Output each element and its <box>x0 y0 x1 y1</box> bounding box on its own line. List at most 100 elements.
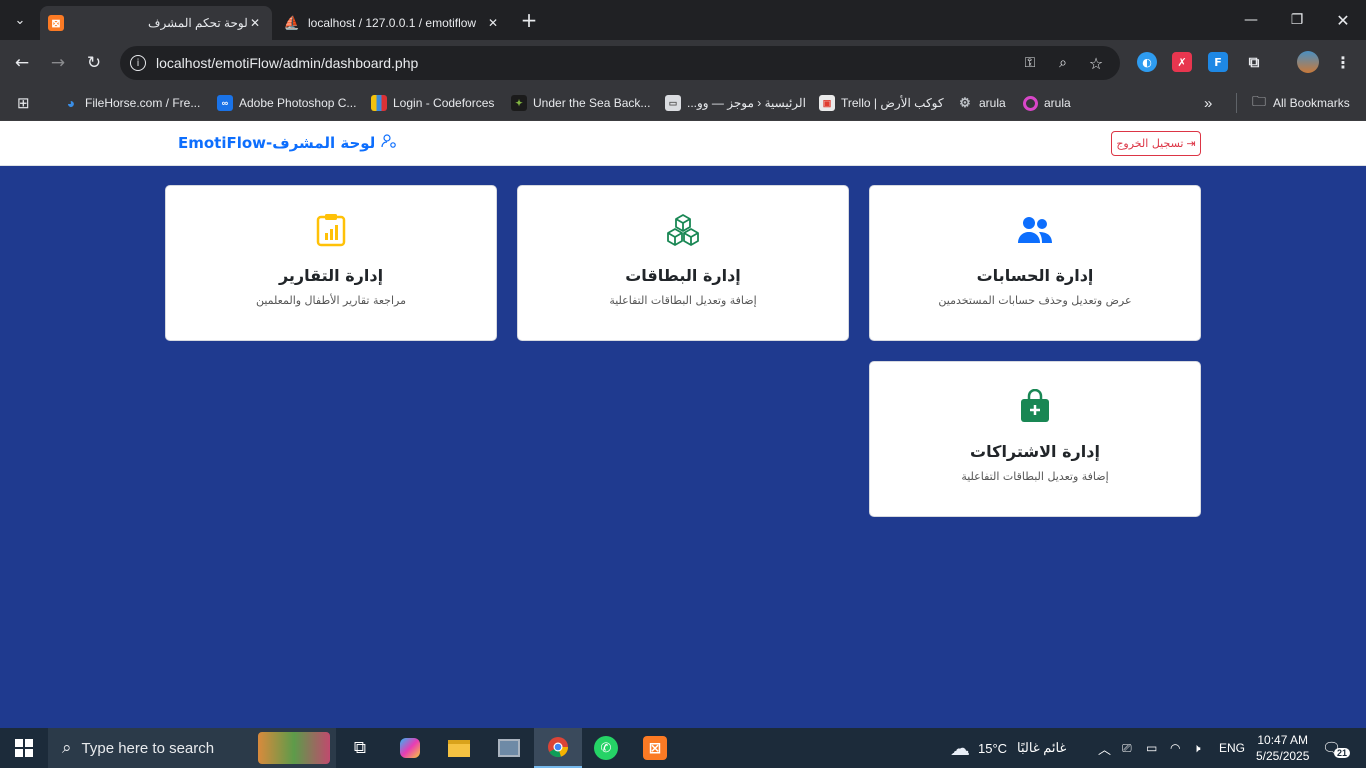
extension-icon[interactable]: ◐ <box>1137 52 1157 72</box>
card-description: عرض وتعديل وحذف حسابات المستخدمين <box>938 294 1132 307</box>
menu-kebab-icon[interactable]: ⋮ <box>1333 52 1353 72</box>
apps-grid-icon[interactable]: ⊞ <box>17 93 30 113</box>
tab-search-button[interactable]: ⌄ <box>7 7 33 33</box>
task-view-icon[interactable]: ⧉ <box>336 728 384 768</box>
card-description: مراجعة تقارير الأطفال والمعلمين <box>255 294 406 307</box>
xampp-taskbar-icon[interactable]: ⊠ <box>631 728 679 768</box>
logout-icon: ⇥ <box>1186 137 1196 150</box>
search-highlight-image <box>258 732 330 764</box>
gear-icon: ⚙ <box>959 95 971 110</box>
extension-icon[interactable]: F <box>1208 52 1228 72</box>
card-accounts[interactable]: إدارة الحسابات عرض وتعديل وحذف حسابات ال… <box>869 185 1201 341</box>
language-indicator[interactable]: ENG <box>1219 728 1245 768</box>
clock[interactable]: 10:47 AM 5/25/2025 <box>1256 728 1309 768</box>
tab-title: لوحة تحكم المشرف <box>148 16 248 30</box>
xampp-icon: ⊠ <box>48 15 64 31</box>
forward-icon[interactable]: → <box>43 48 73 78</box>
browser-toolbar: ← → ↻ i localhost/emotiFlow/admin/dashbo… <box>0 40 1366 86</box>
tab-title: localhost / 127.0.0.1 / emotiflow <box>308 16 477 30</box>
boxes-icon <box>518 212 848 248</box>
bookmark-item[interactable]: Login - Codeforces <box>371 93 494 113</box>
new-tab-button[interactable]: + <box>516 7 542 33</box>
logout-label: تسجيل الخروج <box>1116 137 1184 150</box>
card-cards[interactable]: إدارة البطاقات إضافة وتعديل البطاقات الت… <box>517 185 849 341</box>
card-subscriptions[interactable]: إدارة الاشتراكات إضافة وتعديل البطاقات ا… <box>869 361 1201 517</box>
whatsapp-icon[interactable]: ✆ <box>582 728 630 768</box>
all-bookmarks[interactable]: 🗀 All Bookmarks <box>1236 93 1350 113</box>
url-text[interactable]: localhost/emotiFlow/admin/dashboard.php <box>156 55 418 71</box>
logout-button[interactable]: ⇥ تسجيل الخروج <box>1111 131 1201 156</box>
more-bookmarks-chevron-icon[interactable]: » <box>1204 93 1212 113</box>
clock-time: 10:47 AM <box>1257 733 1309 747</box>
meet-icon[interactable]: ⎚ <box>1122 728 1132 768</box>
bookmark-item[interactable]: ▭ الرئيسية ‹ موجز — وو... <box>665 93 806 113</box>
wifi-icon[interactable]: ◠ <box>1170 728 1180 768</box>
dashboard-main: إدارة الحسابات عرض وتعديل وحذف حسابات ال… <box>0 166 1366 728</box>
bookmark-item[interactable]: ⚙ arula <box>957 93 1006 113</box>
phpmyadmin-icon: ⛵ <box>283 15 301 30</box>
zoom-icon[interactable]: ⌕ <box>1053 53 1073 73</box>
folder-icon: 🗀 <box>1252 93 1266 109</box>
bookmark-item[interactable]: ∞ Adobe Photoshop C... <box>217 93 356 113</box>
bookmark-item[interactable]: ▣ Trello | كوكب الأرض <box>819 93 944 113</box>
filehorse-icon: ◕ <box>66 95 76 111</box>
windows-taskbar: ⌕ Type here to search ⧉ ✆ ⊠ ☁ 15°C غائم … <box>0 728 1366 768</box>
user-gear-icon <box>381 133 397 153</box>
envato-icon: ✦ <box>511 95 527 111</box>
browser-tab-strip: ⌄ ⊠ لوحة تحكم المشرف ✕ ⛵ localhost / 127… <box>0 0 1366 40</box>
taskbar-search[interactable]: ⌕ Type here to search <box>48 728 336 768</box>
bag-plus-icon <box>870 388 1200 424</box>
link-icon: ∞ <box>217 95 233 111</box>
clock-date: 5/25/2025 <box>1256 749 1310 763</box>
card-title: إدارة الحسابات <box>976 266 1094 285</box>
copilot-icon[interactable] <box>386 728 434 768</box>
notification-count: 21 <box>1334 748 1351 758</box>
extensions-puzzle-icon[interactable]: ⧉ <box>1244 52 1264 72</box>
weather-widget[interactable]: ☁ 15°C غائم غالبًا <box>950 728 1066 768</box>
extension-icon[interactable]: ✗ <box>1172 52 1192 72</box>
minimize-button[interactable]: — <box>1228 0 1274 40</box>
bookmark-item[interactable]: arula <box>1023 93 1071 113</box>
close-window-button[interactable]: ✕ <box>1320 0 1366 40</box>
close-tab-icon[interactable]: ✕ <box>484 14 502 32</box>
file-explorer-icon[interactable] <box>435 728 483 768</box>
card-description: إضافة وتعديل البطاقات التفاعلية <box>961 470 1109 483</box>
system-image-icon[interactable] <box>485 728 533 768</box>
reload-icon[interactable]: ↻ <box>79 48 109 78</box>
trello-icon: ▣ <box>819 95 835 111</box>
chrome-icon[interactable] <box>534 728 582 768</box>
notifications-icon[interactable]: 🗨 21 <box>1322 728 1357 768</box>
app-navbar: لوحة المشرف-EmotiFlow ⇥ تسجيل الخروج <box>0 121 1366 166</box>
tray-chevron-icon[interactable]: ︿ <box>1098 728 1111 768</box>
close-tab-icon[interactable]: ✕ <box>246 14 264 32</box>
back-icon[interactable]: ← <box>7 48 37 78</box>
brand-link[interactable]: لوحة المشرف-EmotiFlow <box>178 133 397 153</box>
card-title: إدارة الاشتراكات <box>970 442 1100 461</box>
bookmark-star-icon[interactable]: ☆ <box>1086 53 1106 73</box>
bookmarks-bar: ⊞ ◕ FileHorse.com / Fre... ∞ Adobe Photosh… <box>0 86 1366 121</box>
ring-icon <box>1023 95 1038 111</box>
brand-title: لوحة المشرف-EmotiFlow <box>178 134 376 152</box>
profile-avatar[interactable] <box>1297 51 1319 73</box>
site-info-icon[interactable]: i <box>130 55 146 71</box>
tab-dashboard[interactable]: ⊠ لوحة تحكم المشرف ✕ <box>40 6 272 40</box>
weather-temp: 15°C <box>978 740 1008 756</box>
bookmark-item[interactable]: ✦ Under the Sea Back... <box>511 93 650 113</box>
bookmark-item[interactable]: ◕ FileHorse.com / Fre... <box>63 93 201 113</box>
clipboard-chart-icon <box>166 212 496 248</box>
card-title: إدارة التقارير <box>278 266 384 285</box>
password-key-icon[interactable]: ⚿ <box>1020 53 1040 73</box>
card-description: إضافة وتعديل البطاقات التفاعلية <box>609 294 757 307</box>
card-reports[interactable]: إدارة التقارير مراجعة تقارير الأطفال وال… <box>165 185 497 341</box>
restore-button[interactable]: ❐ <box>1274 0 1320 40</box>
address-bar[interactable]: i localhost/emotiFlow/admin/dashboard.ph… <box>120 46 1120 80</box>
cloud-icon: ☁ <box>950 737 970 760</box>
search-placeholder: Type here to search <box>81 739 215 757</box>
page-icon: ▭ <box>665 95 681 111</box>
battery-icon[interactable]: ▭ <box>1146 728 1157 768</box>
windows-start-icon[interactable] <box>0 728 48 768</box>
weather-text: غائم غالبًا <box>1017 740 1067 755</box>
users-icon <box>870 212 1200 248</box>
volume-icon[interactable]: 🕨 <box>1193 728 1201 768</box>
tab-phpmyadmin[interactable]: ⛵ localhost / 127.0.0.1 / emotiflow ✕ <box>276 6 510 40</box>
